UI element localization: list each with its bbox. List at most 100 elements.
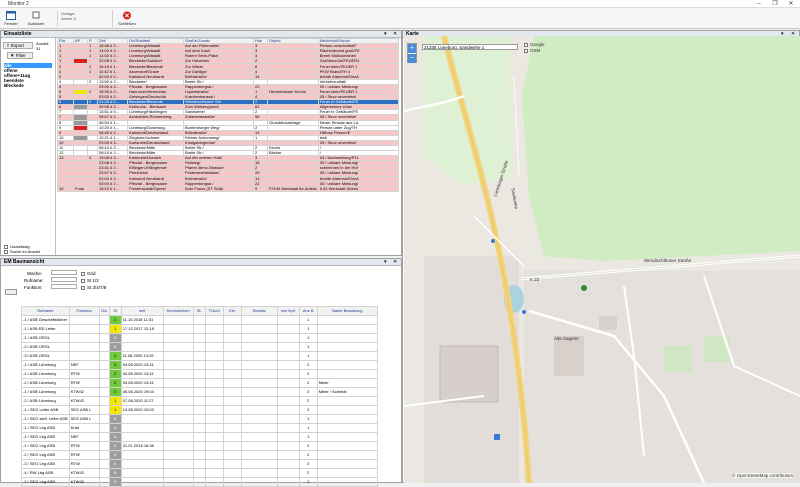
map-option-osm[interactable]: OSM xyxy=(524,48,540,53)
table-row[interactable]: -2 / SEG Lbg ASB RTW 6 2 xyxy=(21,450,378,460)
export-button[interactable]: ⇪ Export xyxy=(3,42,33,49)
table-cell xyxy=(98,333,110,343)
close-icon[interactable]: ✕ xyxy=(784,0,798,8)
minimize-icon[interactable]: – xyxy=(752,0,766,8)
map-option-google[interactable]: Google xyxy=(524,42,545,47)
col-header[interactable]: Erh xyxy=(222,306,242,316)
filter-list: alle offene offene+11ag beendete Blecked… xyxy=(4,63,52,88)
table-cell xyxy=(222,396,242,406)
table-cell xyxy=(98,468,110,478)
col-header[interactable]: Rufname xyxy=(21,306,70,316)
table-cell: RTW xyxy=(68,459,100,469)
col-header[interactable]: Einsatz xyxy=(240,306,278,316)
col-header[interactable]: DA xyxy=(98,306,110,316)
baumansicht-header: EM Baumansicht ▾ ✕ xyxy=(1,259,401,266)
table-row[interactable]: -1 / SEG Lbg ASB Krad 6 1 xyxy=(21,423,378,433)
table-cell xyxy=(204,351,224,361)
close-panel-icon[interactable]: ✕ xyxy=(393,259,397,266)
checkbox[interactable] xyxy=(81,271,85,276)
rufname-input[interactable] xyxy=(51,277,77,282)
table-cell xyxy=(98,450,110,460)
table-cell: 1 xyxy=(298,333,318,343)
table-cell xyxy=(222,468,242,478)
table-cell: 2 xyxy=(298,477,318,487)
autostart-button[interactable]: Autostart xyxy=(24,9,48,28)
checkbox[interactable] xyxy=(4,249,8,254)
table-cell xyxy=(204,387,224,397)
col-header[interactable]: Funktion xyxy=(68,306,100,316)
table-cell xyxy=(240,369,278,379)
table-row[interactable]: -1 / ASB RD Leiter 1 17.12.2017 12:18 1 xyxy=(21,324,378,334)
table-cell xyxy=(276,450,300,460)
table-cell xyxy=(276,423,300,433)
table-row[interactable]: -4 / RW Lbg ASB KTW42 6 2 xyxy=(21,468,378,478)
zoom-out-button[interactable]: − xyxy=(408,54,416,63)
checkbox[interactable] xyxy=(81,285,85,290)
col-header[interactable]: hat Sprf xyxy=(276,306,300,316)
table-row[interactable]: -1 / ASB Lüneburg NEF 2 04.08.2020 13:41 2 xyxy=(21,360,378,370)
table-cell xyxy=(240,333,278,343)
table-cell: 1 xyxy=(298,414,318,424)
zoom-in-button[interactable]: + xyxy=(408,44,416,53)
checkbox[interactable] xyxy=(81,278,85,283)
expand-icon[interactable] xyxy=(5,289,17,295)
baum-table: Rufname Funktion DA St seit Kennzeichen … xyxy=(21,306,378,487)
col-header[interactable]: SL xyxy=(192,306,206,316)
table-row[interactable]: -1 / ASB Geschäftsführer 2 11.10.2018 11:3… xyxy=(21,315,378,325)
option-suche[interactable]: Suche im Anzahl xyxy=(4,249,40,254)
check-grid[interactable]: Grid xyxy=(81,271,96,276)
table-row[interactable]: -3 / ASB ORGL 2 11.08.2020 13:29 1 xyxy=(21,351,378,361)
table-cell: 2 xyxy=(298,459,318,469)
fenster-button[interactable]: Fenster xyxy=(2,9,20,28)
schliessen-button[interactable]: Schließen xyxy=(115,9,139,28)
table-row[interactable]: 15 Fmtu 15:10 # 1... Fürstenwalde/Spree/Aut… xyxy=(57,185,399,192)
filter-item[interactable]: Bleckede xyxy=(4,83,52,88)
col-header[interactable]: St xyxy=(108,306,122,316)
radio[interactable] xyxy=(524,48,528,53)
table-row[interactable]: -3 / SEG Lbg ASB RTW 6 2 xyxy=(21,459,378,469)
table-row[interactable]: -1 / SEG Lbg ASB NEF 6 1 xyxy=(21,432,378,442)
map-view[interactable]: + − Google OSM Wendischthuner Straße K 2… xyxy=(404,36,800,483)
check-label: Grid xyxy=(87,271,96,276)
close-panel-icon[interactable]: ✕ xyxy=(393,31,397,38)
table-row[interactable]: -1 / SEG stell. Leiter ASB SEG ASB L 6 1 xyxy=(21,414,378,424)
pin-icon[interactable]: ▾ xyxy=(384,259,387,266)
table-cell: 1 xyxy=(108,324,122,334)
table-cell: 6 xyxy=(108,441,122,451)
table-cell xyxy=(192,360,206,370)
map-search-input[interactable] xyxy=(422,44,518,50)
col-header[interactable]: TGuId xyxy=(204,306,224,316)
funktion-input[interactable] xyxy=(51,284,77,289)
einsatzliste-header: Einsatzliste ▾ ✕ xyxy=(1,31,401,38)
filter-button[interactable]: ▼ Filter xyxy=(7,52,33,59)
maximize-icon[interactable]: ❐ xyxy=(768,0,782,8)
table-cell: -1 / SEG Lbg ASB xyxy=(21,441,70,451)
check-st34[interactable]: St 3/4/7/8 xyxy=(81,285,106,290)
check-st12[interactable]: St 1/2 xyxy=(81,278,99,283)
table-row[interactable]: -1 / ASB Lüneburg RTW 2 04.08.2020 13:41 2 xyxy=(21,369,378,379)
table-cell xyxy=(240,477,278,487)
pin-icon[interactable]: ▾ xyxy=(384,31,387,38)
col-header[interactable]: Anz B xyxy=(298,306,318,316)
table-row[interactable]: -2 / ASB ORGL 6 1 xyxy=(21,342,378,352)
col-header[interactable]: Kennzeichen xyxy=(162,306,194,316)
table-row[interactable]: -2 / SEG Lbg ASB KTW42 6 2 xyxy=(21,477,378,487)
table-row[interactable]: -1 / SEG Leiter ASB SEG ASB L 1 13.08.2020 … xyxy=(21,405,378,415)
table-cell: SEG ASB L xyxy=(68,405,100,415)
radio[interactable] xyxy=(524,42,528,47)
table-cell xyxy=(120,342,164,352)
table-cell: 2 xyxy=(298,396,318,406)
table-row[interactable]: -2 / ASB Lüneburg RTW 2 04.08.2020 13:41 2 Me… xyxy=(21,378,378,388)
table-row[interactable]: -1 / SEG Lbg ASB RTW 6 21.01.2018 16:36 2 xyxy=(21,441,378,451)
col-header[interactable]: seit xyxy=(120,306,164,316)
table-cell xyxy=(98,477,110,487)
vorlage-box[interactable]: Vorlage Admin 5 xyxy=(57,11,107,27)
table-cell xyxy=(240,324,278,334)
table-row[interactable]: -1 / ASB Lüneburg KTW42 2 05.08.2020 19:04 2… xyxy=(21,387,378,397)
table-cell: 15 xyxy=(57,185,74,192)
col-header[interactable]: Name Besatzung xyxy=(316,306,378,316)
table-row[interactable]: -1 / ASB ORGL 6 1 xyxy=(21,333,378,343)
table-cell xyxy=(276,405,300,415)
wache-input[interactable] xyxy=(51,270,77,275)
table-row[interactable]: -2 / ASB Lüneburg KTW42 1 07.08.2020 11:27 2 xyxy=(21,396,378,406)
